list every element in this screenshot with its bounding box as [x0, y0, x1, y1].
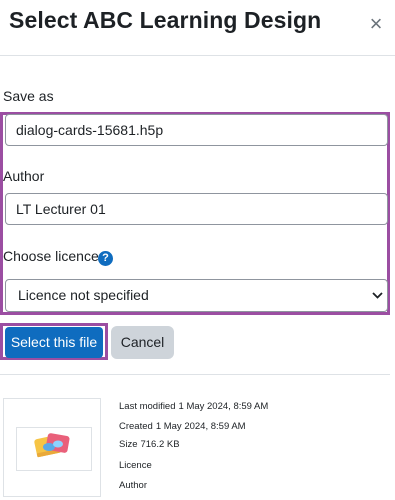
author-label: Author	[3, 168, 45, 184]
licence-label: Choose licence	[3, 248, 99, 264]
close-icon[interactable]: ×	[367, 12, 385, 36]
licence-select[interactable]: Licence not specified	[5, 279, 388, 312]
licence-info-label: Licence	[119, 460, 152, 471]
created-row: Created 1 May 2024, 8:59 AM	[119, 421, 246, 432]
created-value: 1 May 2024, 8:59 AM	[155, 421, 246, 432]
created-label: Created	[119, 421, 153, 432]
licence-info-row: Licence	[119, 460, 152, 471]
cancel-button[interactable]: Cancel	[111, 326, 174, 359]
author-info-label: Author	[119, 480, 147, 491]
save-as-input[interactable]: dialog-cards-15681.h5p	[5, 114, 388, 146]
licence-select-value: Licence not specified	[18, 287, 149, 303]
dialog-cards-icon	[34, 433, 70, 458]
dialog-title: Select ABC Learning Design	[9, 7, 322, 33]
select-this-file-button[interactable]: Select this file	[5, 327, 103, 358]
chevron-down-icon	[371, 280, 383, 311]
help-icon[interactable]: ?	[98, 251, 113, 266]
size-label: Size	[119, 439, 138, 450]
dialog-header: Select ABC Learning Design ×	[0, 0, 395, 56]
size-value: 716.2 KB	[140, 439, 180, 450]
divider	[0, 374, 390, 375]
last-modified-value: 1 May 2024, 8:59 AM	[178, 401, 269, 412]
save-as-label: Save as	[3, 88, 54, 104]
thumbnail-frame	[16, 427, 92, 471]
author-info-row: Author	[119, 480, 147, 491]
size-row: Size 716.2 KB	[119, 439, 180, 450]
file-thumbnail	[3, 398, 101, 497]
last-modified-row: Last modified 1 May 2024, 8:59 AM	[119, 401, 268, 412]
author-input[interactable]: LT Lecturer 01	[5, 193, 388, 225]
last-modified-label: Last modified	[119, 401, 176, 412]
